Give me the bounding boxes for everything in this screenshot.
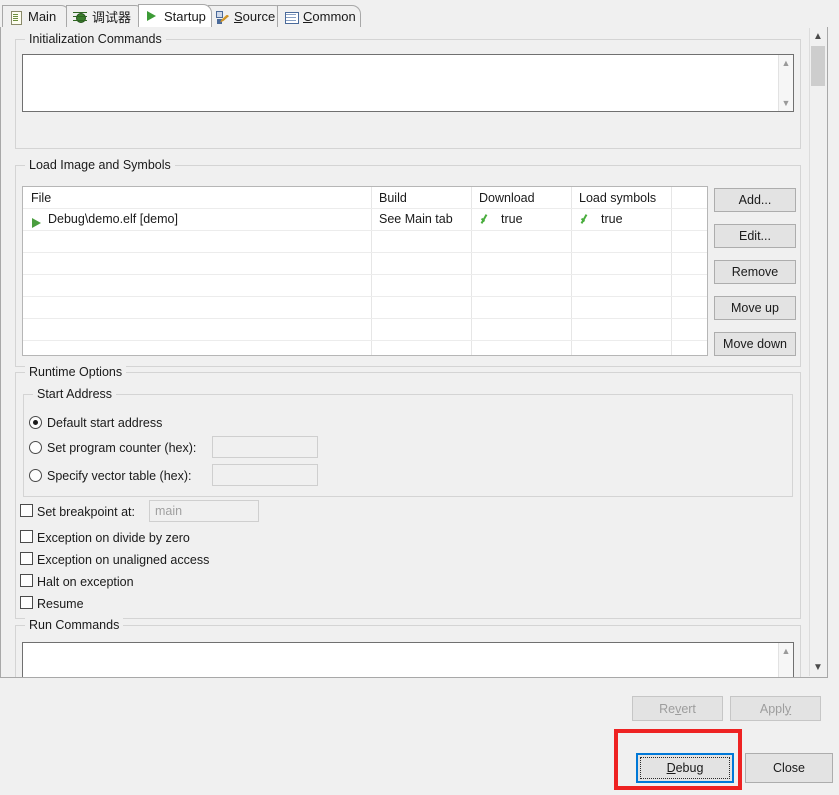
tab-main[interactable]: Main [2,5,70,27]
table-icon [284,10,299,24]
table-col-divider [371,187,372,355]
table-col-divider [471,187,472,355]
run-commands-label: Run Commands [25,618,124,632]
initialization-commands-label: Initialization Commands [25,32,166,46]
checkbox-exception-unaligned-access[interactable] [20,552,33,565]
table-header-build[interactable]: Build [379,187,467,209]
initialization-commands-textarea[interactable]: ▲ ▼ [22,54,794,112]
checkmark-icon [479,212,493,226]
vector-table-input[interactable] [212,464,318,486]
tab-startup-label: Startup [164,8,206,24]
table-header-load-symbols[interactable]: Load symbols [579,187,671,209]
table-header-download[interactable]: Download [479,187,567,209]
breakpoint-location-input[interactable]: main [149,500,259,522]
table-cell-download: true [501,212,523,226]
edit-button[interactable]: Edit... [714,224,796,248]
move-down-button[interactable]: Move down [714,332,796,356]
run-commands-textarea[interactable]: ▲ ▼ [22,642,794,677]
tab-source-label: Source [234,9,276,24]
table-row-divider [23,252,707,253]
table-cell-file: Debug\demo.elf [demo] [48,212,178,226]
table-row-divider [23,274,707,275]
add-button[interactable]: Add... [714,188,796,212]
chevron-up-icon[interactable]: ▲ [779,56,793,70]
table-row-divider [23,340,707,341]
tab-strip: Main 调试器 Startup Source Common [0,4,839,28]
apply-button[interactable]: Apply [730,696,821,721]
start-address-label: Start Address [33,387,117,401]
table-cell-build: See Main tab [379,212,453,226]
load-image-and-symbols-label: Load Image and Symbols [25,158,175,172]
play-icon [145,9,159,23]
table-col-divider [571,187,572,355]
checkbox-exception-divide-by-zero[interactable] [20,530,33,543]
close-button-label: Close [773,761,805,775]
startup-tab-pane: Initialization Commands ▲ ▼ Load Image a… [0,27,828,678]
document-icon [9,10,23,25]
move-up-button[interactable]: Move up [714,296,796,320]
tab-common-label: Common [303,9,356,24]
checkbox-halt-on-exception-label: Halt on exception [37,575,134,589]
radio-default-start-address-label: Default start address [47,416,163,430]
startup-tab-content: Initialization Commands ▲ ▼ Load Image a… [1,27,811,677]
checkbox-exception-divide-by-zero-label: Exception on divide by zero [37,531,190,545]
revert-apply-bar: Revert Apply [0,679,839,727]
scroll-down-icon[interactable]: ▼ [810,659,826,676]
tab-common[interactable]: Common [277,5,361,27]
radio-specify-vector-table-label: Specify vector table (hex): [47,469,192,483]
close-button[interactable]: Close [745,753,833,783]
radio-specify-vector-table[interactable] [29,469,42,482]
tab-source[interactable]: Source [208,5,284,27]
checkbox-resume-label: Resume [37,597,84,611]
scrollbar-thumb[interactable] [811,46,825,86]
load-image-table[interactable]: File Build Download Load symbols Debug\d… [22,186,708,356]
table-col-divider [671,187,672,355]
checkbox-resume[interactable] [20,596,33,609]
radio-set-program-counter-label: Set program counter (hex): [47,441,197,455]
table-cell-load-symbols: true [601,212,623,226]
launch-configuration-dialog: Main 调试器 Startup Source Common Initializ… [0,0,839,795]
table-header-file[interactable]: File [31,187,366,209]
checkbox-halt-on-exception[interactable] [20,574,33,587]
apply-button-label: Apply [759,701,792,716]
annotation-highlight-rect [614,729,742,790]
checkbox-set-breakpoint-label: Set breakpoint at: [37,505,135,519]
tab-debugger-label: 调试器 [92,10,132,25]
checkmark-icon [579,212,593,226]
revert-button-label: Revert [659,701,696,716]
tab-main-label: Main [28,9,57,24]
radio-set-program-counter[interactable] [29,441,42,454]
bug-icon [73,10,87,24]
chevron-up-icon[interactable]: ▲ [779,644,793,658]
revert-button[interactable]: Revert [632,696,723,721]
play-icon [32,218,41,228]
initialization-commands-scrollbar[interactable]: ▲ ▼ [778,55,793,111]
program-counter-input[interactable] [212,436,318,458]
chevron-down-icon[interactable]: ▼ [779,96,793,110]
table-row-divider [23,318,707,319]
checkbox-exception-unaligned-access-label: Exception on unaligned access [37,553,210,567]
scroll-up-icon[interactable]: ▲ [810,28,826,45]
table-row-divider [23,230,707,231]
pane-vertical-scrollbar[interactable]: ▲ ▼ [809,28,826,676]
source-icon [215,10,229,24]
tab-startup[interactable]: Startup [138,4,212,27]
checkbox-set-breakpoint[interactable] [20,504,33,517]
remove-button[interactable]: Remove [714,260,796,284]
tab-debugger[interactable]: 调试器 [66,5,144,27]
runtime-options-label: Runtime Options [25,365,127,379]
run-commands-scrollbar[interactable]: ▲ ▼ [778,643,793,677]
scrollbar-track[interactable] [811,86,825,658]
radio-default-start-address[interactable] [29,416,42,429]
table-row-divider [23,296,707,297]
